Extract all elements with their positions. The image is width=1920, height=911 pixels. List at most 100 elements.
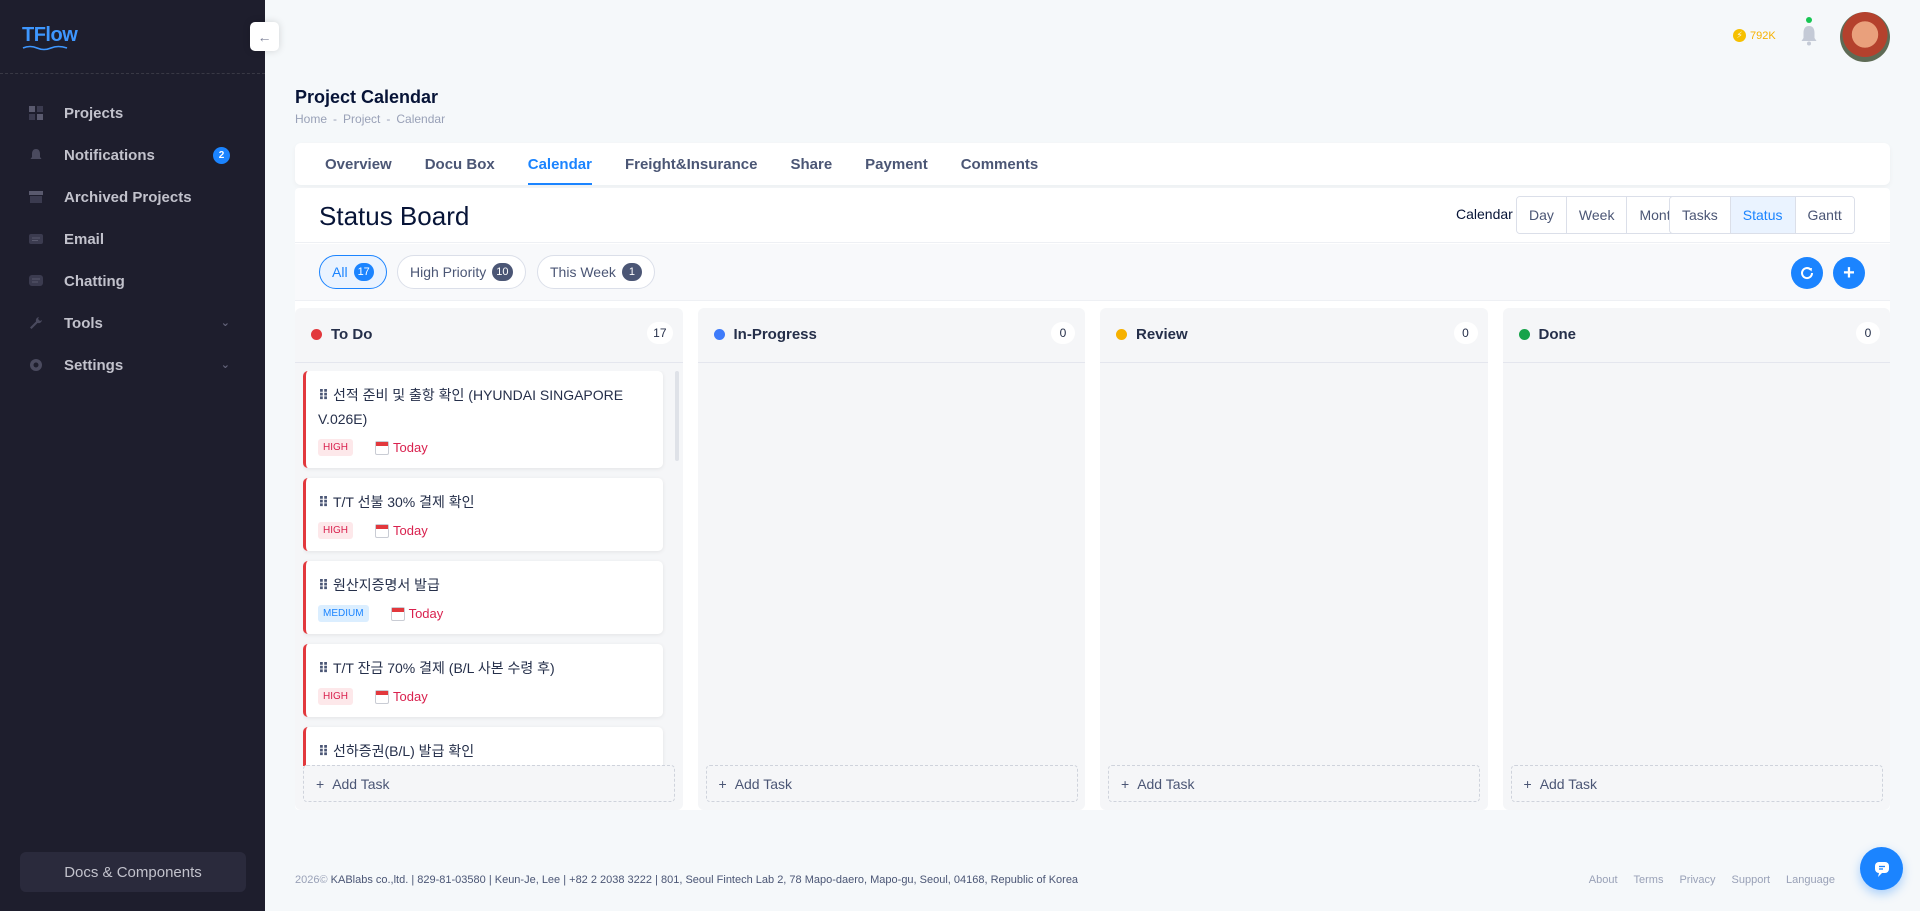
plus-icon: + — [718, 775, 727, 792]
column-count-badge: 0 — [1856, 322, 1880, 344]
task-title: T/T 잔금 70% 결제 (B/L 사본 수령 후) — [332, 660, 555, 676]
tab-payment[interactable]: Payment — [865, 143, 928, 185]
add-task-button[interactable]: + Add Task — [303, 765, 675, 802]
breadcrumb: Home - Project - Calendar — [295, 112, 445, 126]
tab-freight-insurance[interactable]: Freight&Insurance — [625, 143, 758, 185]
task-title: 선하증권(B/L) 발급 확인 — [332, 743, 475, 759]
footer-link-terms[interactable]: Terms — [1634, 874, 1664, 886]
docs-components-button[interactable]: Docs & Components — [20, 852, 246, 892]
mode-selector: Tasks Status Gantt — [1669, 196, 1855, 234]
range-option-day[interactable]: Day — [1517, 197, 1567, 233]
footer-link-about[interactable]: About — [1589, 874, 1618, 886]
status-dot — [713, 329, 725, 340]
add-task-label: Add Task — [332, 775, 390, 792]
chevron-down-icon: ⌄ — [220, 359, 230, 371]
grid-icon — [28, 105, 44, 121]
board-header: Status Board Calendar Day Week Month Tasks… — [295, 188, 1890, 243]
column-task-list — [706, 371, 1072, 766]
tab-overview[interactable]: Overview — [325, 143, 392, 185]
sidebar-item-tools[interactable]: Tools ⌄ — [20, 302, 245, 344]
drag-handle-icon[interactable]: ⠿ — [318, 387, 329, 403]
filter-chip-all[interactable]: All 17 — [319, 255, 387, 289]
column-count-badge: 17 — [647, 322, 673, 344]
add-task-button[interactable]: + Add Task — [1108, 765, 1480, 802]
column-header: In-Progress 0 — [697, 308, 1085, 363]
sidebar-item-label: Settings — [64, 356, 124, 374]
drag-handle-icon[interactable]: ⠿ — [318, 743, 329, 759]
due-date: Today — [375, 689, 428, 704]
priority-badge: HIGH — [318, 439, 353, 456]
range-option-week[interactable]: Week — [1566, 197, 1628, 233]
due-date: Today — [375, 523, 428, 538]
filter-chip-this-week[interactable]: This Week 1 — [537, 255, 655, 289]
footer-link-support[interactable]: Support — [1732, 874, 1771, 886]
task-title-row: ⠿ 선적 준비 및 출항 확인 (HYUNDAI SINGAPORE V.026E… — [318, 383, 649, 431]
calendar-icon — [390, 606, 405, 621]
breadcrumb-item-home[interactable]: Home — [295, 112, 327, 126]
task-card[interactable]: ⠿선하증권(B/L) 발급 확인HIGHToday — [303, 727, 663, 766]
tab-docu-box[interactable]: Docu Box — [425, 143, 495, 185]
drag-handle-icon[interactable]: ⠿ — [318, 577, 329, 593]
tab-share[interactable]: Share — [790, 143, 832, 185]
add-task-button[interactable]: + Add Task — [705, 765, 1078, 802]
sidebar-item-label: Chatting — [64, 272, 125, 290]
column-title: Done — [1538, 326, 1577, 343]
drag-handle-icon[interactable]: ⠿ — [318, 660, 329, 676]
gear-icon — [28, 357, 44, 373]
filter-chip-label: This Week — [550, 264, 616, 280]
sidebar-item-projects[interactable]: Projects — [20, 92, 245, 134]
mode-option-tasks[interactable]: Tasks — [1670, 197, 1731, 233]
add-task-button[interactable]: + Add Task — [1510, 765, 1883, 802]
task-card[interactable]: ⠿ T/T 잔금 70% 결제 (B/L 사본 수령 후) HIGH Today — [303, 644, 663, 717]
sidebar-item-settings[interactable]: Settings ⌄ — [20, 344, 245, 386]
refresh-button[interactable] — [1791, 257, 1823, 289]
status-dot — [1116, 329, 1127, 340]
drag-handle-icon[interactable]: ⠿ — [318, 494, 329, 510]
task-card[interactable]: ⠿ 원산지증명서 발급 MEDIUM Today — [303, 561, 663, 634]
task-card[interactable]: ⠿ 선적 준비 및 출항 확인 (HYUNDAI SINGAPORE V.026E… — [303, 371, 663, 468]
sidebar-item-notifications[interactable]: Notifications 2 — [20, 134, 245, 176]
column-title: To Do — [331, 326, 373, 343]
footer-link-language[interactable]: Language — [1786, 874, 1835, 886]
due-date: Today — [390, 606, 443, 621]
footer-links: About Terms Privacy Support Language — [1589, 874, 1835, 886]
tab-calendar[interactable]: Calendar — [527, 143, 593, 185]
breadcrumb-item-calendar: Calendar — [396, 112, 446, 126]
bell-icon — [28, 147, 44, 163]
notification-count-badge: 2 — [213, 147, 230, 164]
filter-chip-count: 10 — [492, 263, 513, 281]
tab-comments[interactable]: Comments — [961, 143, 1039, 185]
due-date-text: Today — [393, 689, 428, 704]
footer-link-privacy[interactable]: Privacy — [1679, 874, 1715, 886]
priority-badge: HIGH — [318, 522, 353, 539]
sidebar-item-email[interactable]: Email — [20, 218, 245, 260]
add-button[interactable]: + — [1833, 257, 1865, 289]
chat-icon — [28, 273, 44, 289]
breadcrumb-item-project[interactable]: Project — [343, 112, 380, 126]
column-scrollbar[interactable] — [675, 371, 679, 461]
column-task-list: ⠿ 선적 준비 및 출항 확인 (HYUNDAI SINGAPORE V.026E… — [303, 371, 669, 766]
task-title-row: ⠿ 선하증권(B/L) 발급 확인 — [318, 739, 649, 763]
mode-option-status[interactable]: Status — [1730, 197, 1796, 233]
app-logo[interactable]: TFlow — [22, 24, 78, 51]
sidebar-item-archived-projects[interactable]: Archived Projects — [20, 176, 245, 218]
bell-icon[interactable] — [1800, 24, 1818, 46]
task-title: T/T 선불 30% 결제 확인 — [332, 494, 475, 510]
sidebar-toggle-button[interactable]: ← — [250, 22, 279, 51]
footer-year: 2026© — [295, 874, 328, 886]
project-tabs: Overview Docu Box Calendar Freight&Insuranc… — [295, 143, 1890, 185]
column-done: Done 0 + Add Task — [1502, 308, 1890, 810]
points-display[interactable]: ⚡ 792K — [1733, 29, 1776, 42]
user-avatar[interactable] — [1840, 12, 1890, 62]
filter-chip-high-priority[interactable]: High Priority 10 — [397, 255, 526, 289]
sidebar-item-chatting[interactable]: Chatting — [20, 260, 245, 302]
calendar-icon — [375, 440, 389, 455]
status-board: Status Board Calendar Day Week Month Tasks… — [295, 188, 1890, 810]
refresh-icon — [1801, 267, 1814, 280]
plus-icon: + — [1843, 261, 1855, 284]
task-title: 선적 준비 및 출항 확인 (HYUNDAI SINGAPORE V.026E) — [318, 387, 624, 427]
chat-button[interactable] — [1860, 847, 1903, 890]
status-dot — [1518, 329, 1530, 340]
task-card[interactable]: ⠿ T/T 선불 30% 결제 확인 HIGH Today — [303, 478, 663, 551]
mode-option-gantt[interactable]: Gantt — [1795, 197, 1854, 233]
